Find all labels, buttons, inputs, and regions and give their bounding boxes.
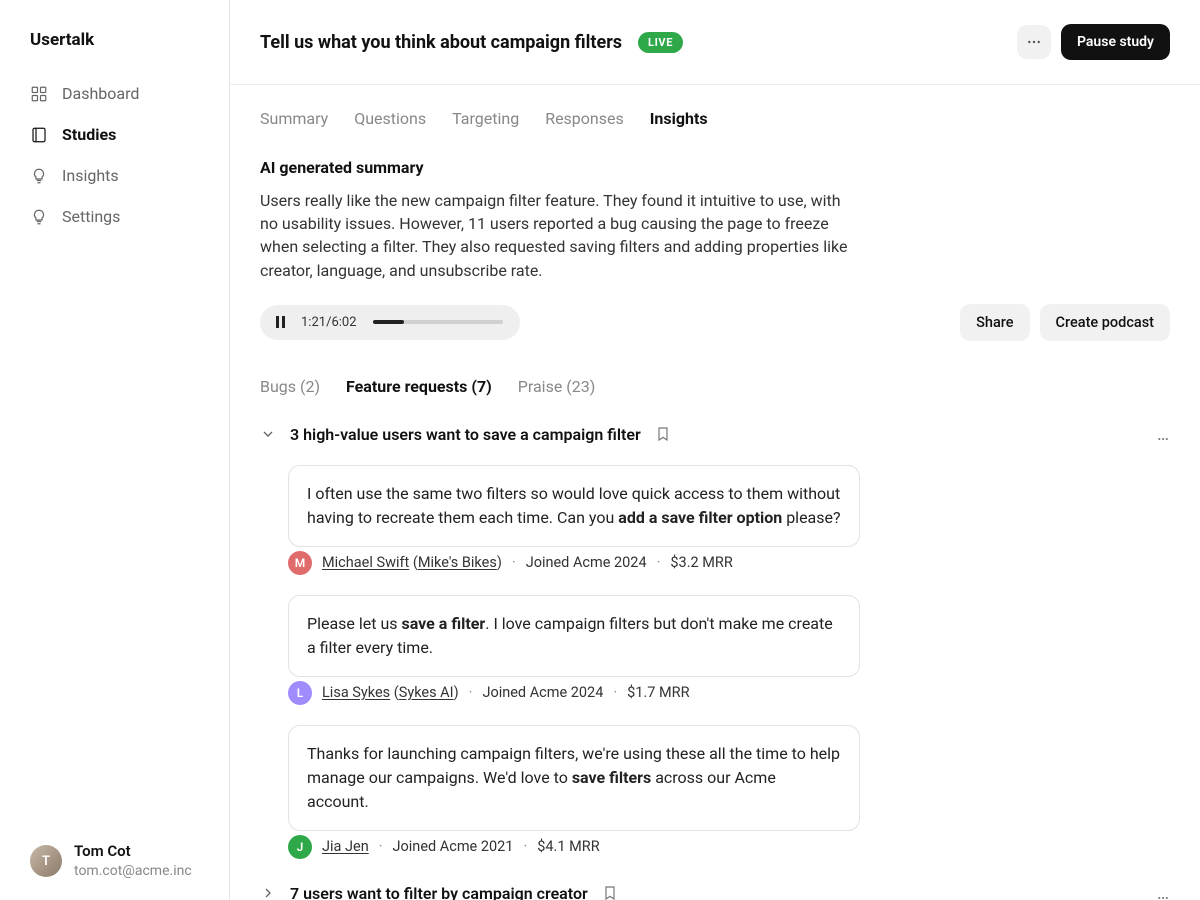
- separator: ·: [512, 554, 516, 571]
- tab-responses[interactable]: Responses: [545, 109, 624, 128]
- chevron-right-icon: [260, 885, 276, 900]
- quote-card: I often use the same two filters so woul…: [288, 465, 860, 547]
- dashboard-icon: [30, 85, 48, 103]
- study-title: Tell us what you think about campaign fi…: [260, 32, 622, 53]
- tab-insights[interactable]: Insights: [650, 109, 708, 128]
- attribution: J Jia Jen · Joined Acme 2021 · $4.1 MRR: [288, 835, 860, 859]
- main: Tell us what you think about campaign fi…: [230, 0, 1200, 900]
- sidebar-item-label: Dashboard: [62, 84, 139, 103]
- insight-title: 7 users want to filter by campaign creat…: [290, 884, 588, 900]
- insight-item: 7 users want to filter by campaign creat…: [260, 879, 1170, 900]
- avatar: J: [288, 835, 312, 859]
- avatar: M: [288, 551, 312, 575]
- sidebar-item-dashboard[interactable]: Dashboard: [30, 84, 209, 103]
- insights-icon: [30, 167, 48, 185]
- filter-tab-feature-requests[interactable]: Feature requests (7): [346, 377, 492, 396]
- avatar: T: [30, 845, 62, 877]
- audio-time: 1:21/6:02: [301, 315, 357, 330]
- settings-icon: [30, 208, 48, 226]
- insight-header[interactable]: 7 users want to filter by campaign creat…: [260, 879, 1170, 900]
- insight-filter-tabs: Bugs (2) Feature requests (7) Praise (23…: [260, 377, 1170, 396]
- sidebar-nav: Dashboard Studies Insights Settings: [30, 84, 209, 226]
- insight-item: 3 high-value users want to save a campai…: [260, 420, 1170, 859]
- insight-more-button[interactable]: …: [1157, 883, 1170, 900]
- insight-responses: I often use the same two filters so woul…: [260, 465, 860, 859]
- audio-row: 1:21/6:02 Share Create podcast: [260, 304, 1170, 341]
- summary-text: Users really like the new campaign filte…: [260, 189, 860, 282]
- brand: Usertalk: [30, 30, 209, 50]
- mrr-value: $1.7 MRR: [627, 684, 689, 701]
- filter-tab-bugs[interactable]: Bugs (2): [260, 377, 320, 396]
- pause-icon[interactable]: [276, 316, 285, 328]
- share-button[interactable]: Share: [960, 304, 1029, 341]
- insight-header[interactable]: 3 high-value users want to save a campai…: [260, 420, 1170, 449]
- user-link[interactable]: Lisa Sykes (Sykes AI): [322, 684, 459, 701]
- sidebar-item-label: Settings: [62, 207, 120, 226]
- tab-targeting[interactable]: Targeting: [452, 109, 519, 128]
- response-item: Thanks for launching campaign filters, w…: [288, 725, 860, 859]
- bookmark-icon[interactable]: [602, 885, 618, 900]
- sidebar-item-label: Studies: [62, 125, 116, 144]
- insight-title: 3 high-value users want to save a campai…: [290, 425, 641, 444]
- separator: ·: [379, 838, 383, 855]
- quote-card: Thanks for launching campaign filters, w…: [288, 725, 860, 831]
- tab-summary[interactable]: Summary: [260, 109, 328, 128]
- status-badge: LIVE: [638, 32, 683, 53]
- user-email: tom.cot@acme.inc: [74, 862, 192, 880]
- attribution: L Lisa Sykes (Sykes AI) · Joined Acme 20…: [288, 681, 860, 705]
- response-item: I often use the same two filters so woul…: [288, 465, 860, 575]
- user-link[interactable]: Michael Swift (Mike's Bikes): [322, 554, 502, 571]
- avatar: L: [288, 681, 312, 705]
- response-item: Please let us save a filter. I love camp…: [288, 595, 860, 705]
- separator: ·: [657, 554, 661, 571]
- bookmark-icon[interactable]: [655, 426, 671, 442]
- tabs: Summary Questions Targeting Responses In…: [260, 109, 1170, 128]
- chevron-down-icon: [260, 426, 276, 442]
- joined-date: Joined Acme 2024: [526, 554, 647, 571]
- create-podcast-button[interactable]: Create podcast: [1040, 304, 1170, 341]
- mrr-value: $4.1 MRR: [537, 838, 599, 855]
- audio-progress: [373, 320, 404, 324]
- separator: ·: [613, 684, 617, 701]
- user-block[interactable]: T Tom Cot tom.cot@acme.inc: [30, 842, 209, 880]
- mrr-value: $3.2 MRR: [670, 554, 732, 571]
- separator: ·: [469, 684, 473, 701]
- content: Summary Questions Targeting Responses In…: [230, 85, 1200, 900]
- sidebar-item-settings[interactable]: Settings: [30, 207, 209, 226]
- pause-study-button[interactable]: Pause study: [1061, 24, 1170, 60]
- tab-questions[interactable]: Questions: [354, 109, 426, 128]
- summary-heading: AI generated summary: [260, 158, 1170, 177]
- sidebar-item-studies[interactable]: Studies: [30, 125, 209, 144]
- more-options-button[interactable]: [1017, 25, 1051, 59]
- user-name: Tom Cot: [74, 842, 192, 862]
- filter-tab-praise[interactable]: Praise (23): [518, 377, 596, 396]
- sidebar-item-label: Insights: [62, 166, 119, 185]
- user-meta: Tom Cot tom.cot@acme.inc: [74, 842, 192, 880]
- joined-date: Joined Acme 2021: [393, 838, 514, 855]
- studies-icon: [30, 126, 48, 144]
- quote-card: Please let us save a filter. I love camp…: [288, 595, 860, 677]
- sidebar-item-insights[interactable]: Insights: [30, 166, 209, 185]
- topbar: Tell us what you think about campaign fi…: [230, 0, 1200, 85]
- audio-player[interactable]: 1:21/6:02: [260, 305, 520, 340]
- separator: ·: [523, 838, 527, 855]
- sidebar: Usertalk Dashboard Studies Insights Sett…: [0, 0, 230, 900]
- dots-icon: [1026, 34, 1042, 50]
- joined-date: Joined Acme 2024: [482, 684, 603, 701]
- attribution: M Michael Swift (Mike's Bikes) · Joined …: [288, 551, 860, 575]
- insight-more-button[interactable]: …: [1157, 424, 1170, 445]
- audio-track[interactable]: [373, 320, 503, 324]
- user-link[interactable]: Jia Jen: [322, 838, 369, 855]
